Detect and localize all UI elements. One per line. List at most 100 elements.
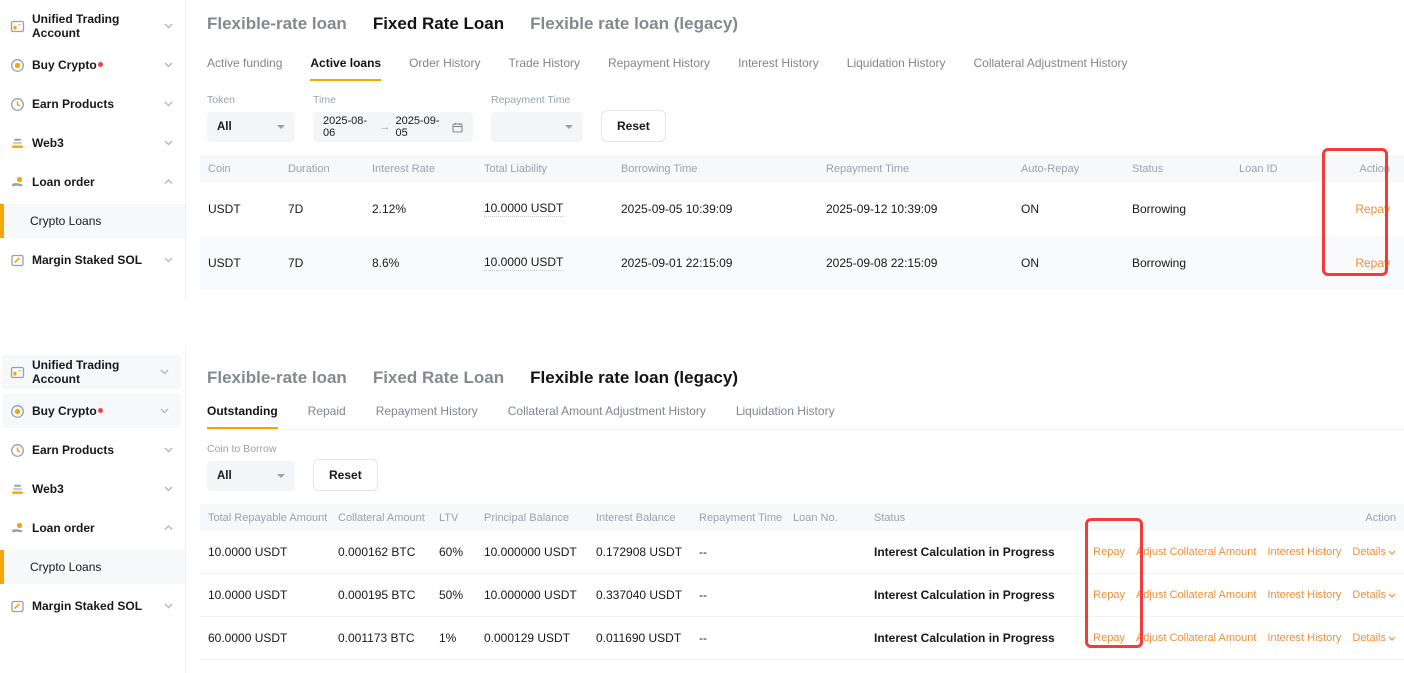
time-filter-label: Time	[313, 94, 473, 106]
token-select[interactable]: All	[207, 112, 295, 142]
buy-crypto-icon	[10, 404, 25, 419]
sidebar-item-buy-crypto[interactable]: Buy Crypto	[0, 48, 185, 82]
cell-repayment-time: --	[699, 545, 793, 559]
chevron-down-icon	[164, 23, 173, 29]
tab-fixed-rate-loan[interactable]: Fixed Rate Loan	[373, 14, 504, 34]
repay-link[interactable]: Repay	[1093, 632, 1125, 644]
margin-staked-sol-icon	[10, 599, 25, 614]
sidebar-subitem-label: Crypto Loans	[30, 560, 101, 574]
col-interest-rate: Interest Rate	[372, 163, 484, 175]
adjust-collateral-amount-link[interactable]: Adjust Collateral Amount	[1136, 589, 1256, 601]
sidebar-subitem-label: Crypto Loans	[30, 214, 101, 228]
chevron-down-icon	[164, 140, 173, 146]
repay-link[interactable]: Repay	[1093, 589, 1125, 601]
subtab-active-loans[interactable]: Active loans	[310, 56, 381, 81]
tab-flexible-rate-loan-legacy[interactable]: Flexible rate loan (legacy)	[530, 368, 738, 388]
cell-ltv: 50%	[439, 588, 484, 602]
details-link[interactable]: Details	[1352, 546, 1396, 558]
cell-borrowing-time: 2025-09-05 10:39:09	[621, 202, 826, 216]
sidebar-item-label: Unified Trading Account	[32, 12, 164, 40]
sidebar-item-margin-staked-sol[interactable]: Margin Staked SOL	[0, 243, 185, 277]
repay-link[interactable]: Repay	[1355, 256, 1390, 270]
web3-icon	[10, 482, 25, 497]
adjust-collateral-amount-link[interactable]: Adjust Collateral Amount	[1136, 632, 1256, 644]
subtab-repaid[interactable]: Repaid	[308, 404, 346, 429]
repayment-time-select[interactable]	[491, 112, 583, 142]
interest-history-link[interactable]: Interest History	[1267, 632, 1341, 644]
token-filter-label: Token	[207, 94, 295, 106]
time-range-picker[interactable]: 2025-08-06 → 2025-09-05	[313, 112, 473, 142]
calendar-icon	[452, 122, 463, 133]
subtab-order-history[interactable]: Order History	[409, 56, 480, 81]
legacy-filters: Coin to Borrow All Reset	[207, 443, 1404, 491]
cell-collateral: 0.000195 BTC	[338, 588, 439, 602]
subtab-repayment-history[interactable]: Repayment History	[608, 56, 710, 81]
subtab-active-funding[interactable]: Active funding	[207, 56, 282, 81]
sidebar-item-buy-crypto[interactable]: Buy Crypto	[2, 394, 181, 428]
sidebar-item-crypto-loans[interactable]: Crypto Loans	[0, 204, 185, 238]
table-row: 10.0000 USDT 0.000195 BTC 50% 10.000000 …	[200, 574, 1404, 617]
legacy-loan-content: Flexible-rate loan Fixed Rate Loan Flexi…	[186, 346, 1404, 673]
tab-flexible-rate-loan[interactable]: Flexible-rate loan	[207, 368, 347, 388]
chevron-down-icon	[164, 62, 173, 68]
sidebar-item-earn-products[interactable]: Earn Products	[0, 87, 185, 121]
sidebar-item-unified-trading-account[interactable]: Unified Trading Account	[0, 9, 185, 43]
cell-repayment-time: 2025-09-12 10:39:09	[826, 202, 1021, 216]
tab-fixed-rate-loan[interactable]: Fixed Rate Loan	[373, 368, 504, 388]
cell-duration: 7D	[288, 256, 372, 270]
repay-link[interactable]: Repay	[1093, 546, 1125, 558]
subtab-repayment-history[interactable]: Repayment History	[376, 404, 478, 429]
subtab-collateral-adjustment-history[interactable]: Collateral Adjustment History	[973, 56, 1127, 81]
sidebar: Unified Trading Account Buy Crypto Earn …	[0, 0, 186, 300]
repay-link[interactable]: Repay	[1355, 202, 1390, 216]
earn-products-icon	[10, 97, 25, 112]
token-select-value: All	[217, 121, 232, 133]
subtab-liquidation-history[interactable]: Liquidation History	[736, 404, 835, 429]
subtab-outstanding[interactable]: Outstanding	[207, 404, 278, 429]
sidebar-item-crypto-loans[interactable]: Crypto Loans	[0, 550, 185, 584]
tab-flexible-rate-loan[interactable]: Flexible-rate loan	[207, 14, 347, 34]
cell-auto-repay: ON	[1021, 256, 1132, 270]
sidebar-item-margin-staked-sol[interactable]: Margin Staked SOL	[0, 589, 185, 623]
sidebar-item-label: Earn Products	[32, 97, 114, 111]
sidebar-item-label: Buy Crypto	[32, 404, 97, 418]
adjust-collateral-amount-link[interactable]: Adjust Collateral Amount	[1136, 546, 1256, 558]
sidebar-item-web3[interactable]: Web3	[0, 126, 185, 160]
subtab-interest-history[interactable]: Interest History	[738, 56, 819, 81]
sidebar-item-loan-order[interactable]: Loan order	[0, 511, 185, 545]
details-link[interactable]: Details	[1352, 589, 1396, 601]
subtab-collateral-amount-adjustment-history[interactable]: Collateral Amount Adjustment History	[508, 404, 706, 429]
reset-button[interactable]: Reset	[313, 459, 378, 491]
chevron-down-icon	[1388, 550, 1396, 555]
tab-flexible-rate-loan-legacy[interactable]: Flexible rate loan (legacy)	[530, 14, 738, 34]
details-link[interactable]: Details	[1352, 632, 1396, 644]
cell-status: Interest Calculation in Progress	[874, 631, 1074, 645]
range-arrow: →	[380, 121, 391, 133]
sidebar-item-earn-products[interactable]: Earn Products	[0, 433, 185, 467]
chevron-down-icon	[160, 408, 169, 414]
caret-down-icon	[277, 125, 285, 129]
cell-status: Borrowing	[1132, 202, 1239, 216]
subtab-liquidation-history[interactable]: Liquidation History	[847, 56, 946, 81]
chevron-down-icon	[1388, 593, 1396, 598]
cell-coin: USDT	[208, 202, 288, 216]
col-ltv: LTV	[439, 512, 484, 524]
cell-auto-repay: ON	[1021, 202, 1132, 216]
subtab-trade-history[interactable]: Trade History	[508, 56, 580, 81]
sidebar-item-label: Margin Staked SOL	[32, 599, 142, 613]
coin-to-borrow-select[interactable]: All	[207, 461, 295, 491]
legacy-loans-table: Total Repayable Amount Collateral Amount…	[200, 504, 1404, 660]
time-to-value: 2025-09-05	[396, 115, 448, 139]
cell-interest-rate: 8.6%	[372, 256, 484, 270]
interest-history-link[interactable]: Interest History	[1267, 589, 1341, 601]
interest-history-link[interactable]: Interest History	[1267, 546, 1341, 558]
sidebar-item-web3[interactable]: Web3	[0, 472, 185, 506]
loan-order-icon	[10, 521, 25, 536]
col-auto-repay: Auto-Repay	[1021, 163, 1132, 175]
reset-button[interactable]: Reset	[601, 110, 666, 142]
cell-interest-rate: 2.12%	[372, 202, 484, 216]
sidebar-item-unified-trading-account[interactable]: Unified Trading Account	[2, 355, 181, 389]
notification-dot	[98, 408, 103, 413]
sidebar-item-loan-order[interactable]: Loan order	[0, 165, 185, 199]
coin-to-borrow-filter-label: Coin to Borrow	[207, 443, 295, 455]
